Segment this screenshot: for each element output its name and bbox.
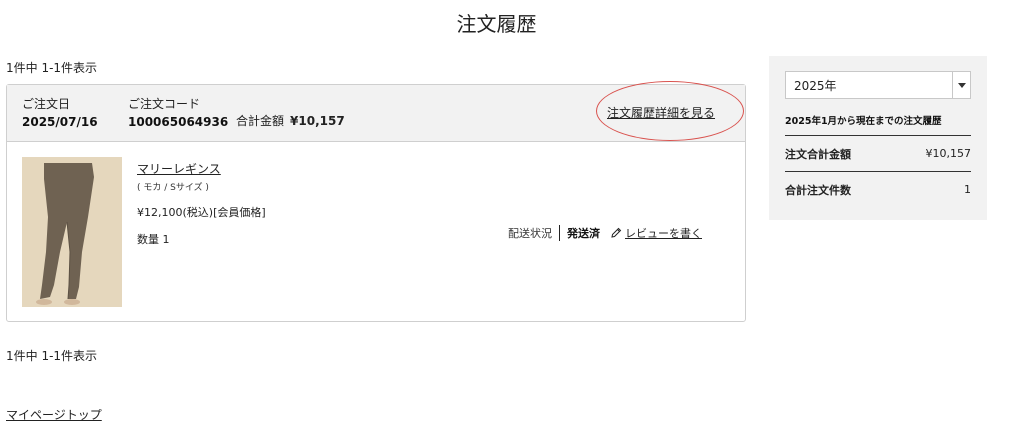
order-total-label: 合計金額 <box>236 114 285 128</box>
chevron-down-icon <box>952 72 970 98</box>
summary-total-value: ¥10,157 <box>925 147 972 160</box>
order-summary-panel: 2025年 2025年1月から現在までの注文履歴 注文合計金額 ¥10,157 … <box>769 56 987 220</box>
summary-total-row: 注文合計金額 ¥10,157 <box>785 135 971 171</box>
order-header: ご注文日 2025/07/16 ご注文コード 100065064936 合計金額… <box>7 81 745 142</box>
summary-count-label: 合計注文件数 <box>785 183 851 197</box>
order-total-amount: ¥10,157 <box>290 114 345 128</box>
product-name-link[interactable]: マリーレギンス <box>137 160 221 177</box>
summary-period-text: 2025年1月から現在までの注文履歴 <box>785 116 942 127</box>
order-date-label: ご注文日 <box>22 97 71 111</box>
page-title: 注文履歴 <box>456 12 537 36</box>
product-quantity: 数量 1 <box>137 233 170 246</box>
divider <box>559 225 560 241</box>
summary-total-label: 注文合計金額 <box>785 147 851 161</box>
product-image[interactable] <box>22 157 122 307</box>
shipping-row: 配送状況 発送済 レビューを書く <box>508 225 702 241</box>
shipping-status: 発送済 <box>567 227 600 240</box>
year-select[interactable]: 2025年 <box>785 71 971 99</box>
write-review-label: レビューを書く <box>625 227 702 240</box>
pagination-count-bottom: 1件中 1-1件表示 <box>6 349 98 363</box>
summary-count-value: 1 <box>964 183 971 196</box>
order-code: 100065064936 <box>128 115 229 129</box>
shipping-status-label: 配送状況 <box>508 227 552 240</box>
pencil-icon <box>611 227 622 238</box>
order-date: 2025/07/16 <box>22 115 98 129</box>
product-price: ¥12,100(税込)[会員価格] <box>137 206 266 219</box>
product-variant: ( モカ / Sサイズ ) <box>137 183 209 193</box>
pagination-count-top: 1件中 1-1件表示 <box>6 61 98 75</box>
mypage-top-link[interactable]: マイページトップ <box>6 406 102 423</box>
order-code-label: ご注文コード <box>128 97 201 111</box>
order-card: ご注文日 2025/07/16 ご注文コード 100065064936 合計金額… <box>6 81 746 322</box>
write-review-link[interactable]: レビューを書く <box>610 225 702 241</box>
summary-count-row: 合計注文件数 1 <box>785 171 971 207</box>
order-detail-link[interactable]: 注文履歴詳細を見る <box>607 104 715 121</box>
year-select-value: 2025年 <box>794 78 837 93</box>
order-total: 合計金額 ¥10,157 <box>236 112 345 129</box>
